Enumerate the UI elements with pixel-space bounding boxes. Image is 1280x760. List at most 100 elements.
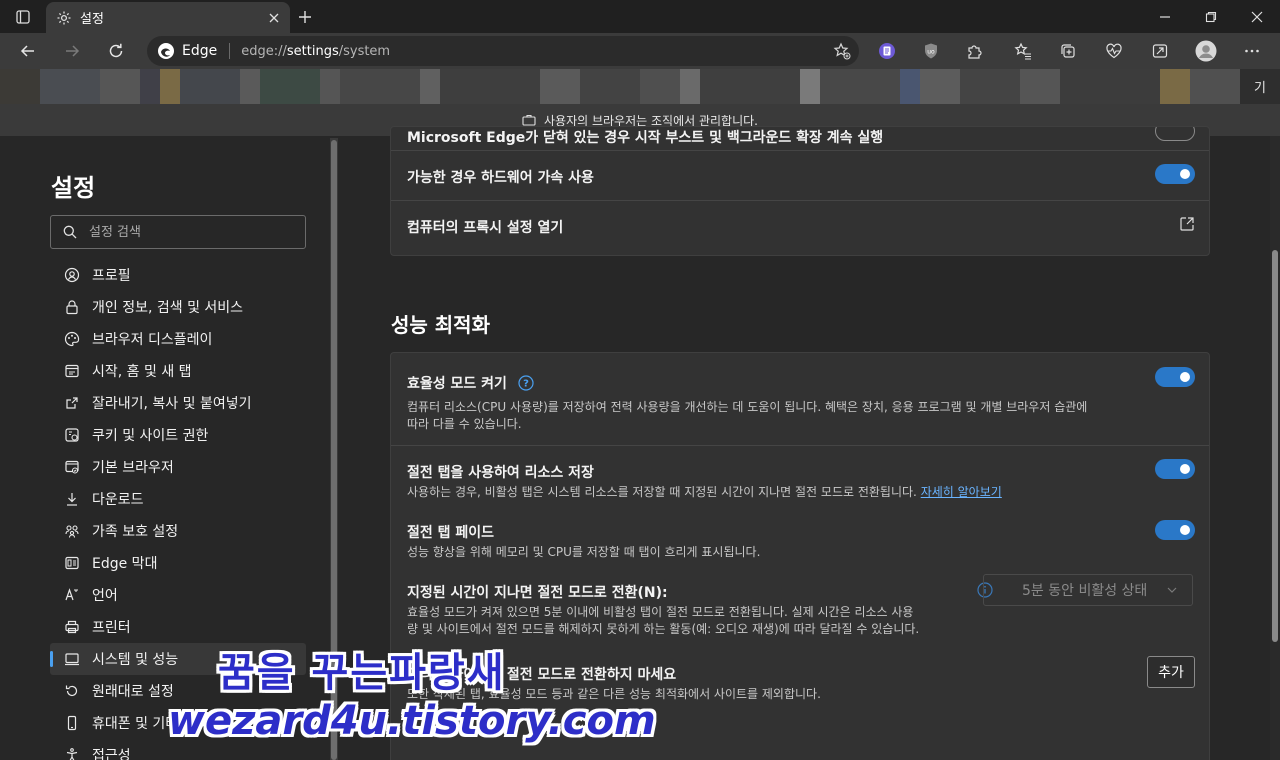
favorites-button[interactable]: [1008, 37, 1038, 65]
hw-accel-toggle[interactable]: [1155, 164, 1195, 184]
proxy-row[interactable]: 컴퓨터의 프록시 설정 열기: [391, 201, 1209, 251]
startup-boost-label: Microsoft Edge가 닫혀 있는 경우 시작 부스트 및 백그라운드 …: [407, 130, 884, 146]
collections-button[interactable]: [1053, 37, 1083, 65]
external-link-icon[interactable]: [1179, 216, 1195, 232]
plus-icon: [299, 11, 311, 23]
heart-pulse-icon: [1106, 43, 1122, 59]
new-tab-button[interactable]: [290, 4, 320, 30]
browser-tab[interactable]: 설정: [46, 2, 290, 33]
restore-button[interactable]: [1188, 0, 1234, 33]
sidebar-item-label: 다운로드: [92, 492, 144, 508]
more-menu-button[interactable]: [1237, 37, 1267, 65]
search-input[interactable]: [89, 224, 289, 240]
settings-search[interactable]: [50, 215, 306, 249]
sidebar-item-accessibility[interactable]: 접근성: [50, 739, 306, 760]
performance-button[interactable]: [1099, 37, 1129, 65]
efficiency-toggle[interactable]: [1155, 367, 1195, 387]
efficiency-row: 효율성 모드 켜기 ? 컴퓨터 리소스(CPU 사용량)를 저장하여 전력 사용…: [391, 353, 1209, 445]
sidebar-item-reset[interactable]: 원래대로 설정: [50, 675, 306, 707]
forward-button[interactable]: [57, 37, 87, 65]
extension-notes-button[interactable]: [872, 37, 902, 65]
close-icon[interactable]: [268, 12, 280, 24]
sidebar-item-label: 쿠키 및 사이트 권한: [92, 428, 209, 444]
efficiency-description: 컴퓨터 리소스(CPU 사용량)를 저장하여 전력 사용량을 개선하는 데 도움…: [407, 400, 1088, 431]
minimize-button[interactable]: [1142, 0, 1188, 33]
sidebar-item-phone[interactable]: 휴대폰 및 기타 장치: [50, 707, 306, 739]
sidebar-item-label: 접근성: [92, 748, 131, 760]
printer-icon: [64, 619, 80, 635]
efficiency-label: 효율성 모드 켜기 ?: [407, 373, 534, 393]
extension-ublock-button[interactable]: uo: [916, 37, 946, 65]
web-capture-button[interactable]: [1145, 37, 1175, 65]
sidebar-item-lock[interactable]: 개인 정보, 검색 및 서비스: [50, 291, 306, 323]
address-separator: [229, 43, 231, 59]
fade-tabs-description: 성능 향상을 위해 메모리 및 CPU를 저장할 때 탭이 흐리게 표시됩니다.: [407, 545, 761, 559]
sidebar-item-edge-bar[interactable]: Edge 막대: [50, 547, 306, 579]
address-bar[interactable]: Edge edge://settings/system: [147, 36, 859, 66]
window-close-icon: [1251, 11, 1263, 22]
sleep-timeout-row: 지정된 시간이 지나면 절전 모드로 전환(N): 효율성 모드가 켜져 있으면…: [391, 568, 1209, 648]
proxy-label: 컴퓨터의 프록시 설정 열기: [407, 220, 564, 236]
settings-sidebar: 설정 프로필개인 정보, 검색 및 서비스브라우저 디스플레이시작, 홈 및 새…: [0, 136, 340, 760]
settings-content: Microsoft Edge가 닫혀 있는 경우 시작 부스트 및 백그라운드 …: [340, 126, 1270, 760]
help-icon[interactable]: ?: [518, 375, 534, 391]
sidebar-item-label: 브라우저 디스플레이: [92, 332, 213, 348]
never-sleep-label: 이러한 사이트를 절전 모드로 전환하지 마세요: [407, 667, 677, 683]
window-close-button[interactable]: [1234, 0, 1280, 33]
profile-button[interactable]: [1191, 37, 1221, 65]
family-icon: [64, 523, 80, 539]
fade-tabs-row: 절전 탭 페이드 성능 향상을 위해 메모리 및 CPU를 저장할 때 탭이 흐…: [391, 508, 1209, 568]
toolbar: Edge edge://settings/system uo: [0, 33, 1280, 69]
sidebar-item-default-browser[interactable]: 기본 브라우저: [50, 451, 306, 483]
sidebar-item-label: 원래대로 설정: [92, 684, 174, 700]
refresh-icon: [109, 43, 123, 58]
add-site-button[interactable]: 추가: [1147, 656, 1195, 688]
favbar-overflow-text: 기: [1254, 81, 1266, 96]
sidebar-item-label: 개인 정보, 검색 및 서비스: [92, 300, 244, 316]
back-button[interactable]: [13, 37, 43, 65]
default-browser-icon: [64, 459, 80, 475]
address-brand: Edge: [182, 43, 218, 59]
sidebar-item-share[interactable]: 잘라내기, 복사 및 붙여넣기: [50, 387, 306, 419]
startup-boost-toggle[interactable]: [1155, 127, 1195, 141]
favorites-list-icon: [1014, 42, 1031, 60]
system-card: Microsoft Edge가 닫혀 있는 경우 시작 부스트 및 백그라운드 …: [390, 126, 1210, 256]
sidebar-item-label: Edge 막대: [92, 556, 158, 572]
add-favorite-button[interactable]: [833, 42, 851, 64]
sidebar-item-download[interactable]: 다운로드: [50, 483, 306, 515]
fade-tabs-toggle[interactable]: [1155, 520, 1195, 540]
refresh-button[interactable]: [101, 37, 131, 65]
sleeping-tabs-toggle[interactable]: [1155, 459, 1195, 479]
extensions-button[interactable]: [960, 37, 990, 65]
sidebar-item-family[interactable]: 가족 보호 설정: [50, 515, 306, 547]
sleep-timeout-dropdown[interactable]: 5분 동안 비활성 상태: [983, 574, 1193, 606]
hw-accel-label: 가능한 경우 하드웨어 가속 사용: [407, 170, 594, 186]
search-icon: [63, 225, 77, 239]
sidebar-item-label: 프린터: [92, 620, 131, 636]
performance-card: 효율성 모드 켜기 ? 컴퓨터 리소스(CPU 사용량)를 저장하여 전력 사용…: [390, 352, 1210, 760]
lock-icon: [64, 299, 80, 315]
sidebar-item-profile[interactable]: 프로필: [50, 259, 306, 291]
content-scrollbar[interactable]: [1270, 136, 1280, 760]
url-text: edge://settings/system: [241, 43, 391, 59]
sidebar-item-home-tab[interactable]: 시작, 홈 및 새 탭: [50, 355, 306, 387]
avatar-icon: [1195, 40, 1217, 62]
sidebar-scrollbar[interactable]: [330, 138, 338, 760]
edge-bar-icon: [64, 555, 80, 571]
sleep-timeout-value: 5분 동안 비활성 상태: [1022, 583, 1148, 599]
sidebar-title: 설정: [51, 174, 96, 202]
sidebar-item-language[interactable]: 언어: [50, 579, 306, 611]
sleep-timeout-description: 효율성 모드가 켜져 있으면 5분 이내에 비활성 탭이 절전 모드로 전환됩니…: [407, 605, 920, 636]
learn-more-link[interactable]: 자세히 알아보기: [921, 485, 1002, 499]
svg-text:?: ?: [523, 379, 529, 390]
sidebar-item-printer[interactable]: 프린터: [50, 611, 306, 643]
tab-actions-icon: [16, 10, 30, 24]
profile-icon: [64, 267, 80, 283]
sidebar-item-label: 휴대폰 및 기타 장치: [92, 716, 209, 732]
sidebar-item-system[interactable]: 시스템 및 성능: [50, 643, 306, 675]
tab-actions-button[interactable]: [8, 4, 38, 30]
sidebar-item-palette[interactable]: 브라우저 디스플레이: [50, 323, 306, 355]
cookie-icon: [64, 427, 80, 443]
sidebar-item-cookie[interactable]: 쿠키 및 사이트 권한: [50, 419, 306, 451]
shield-icon: uo: [925, 43, 937, 59]
